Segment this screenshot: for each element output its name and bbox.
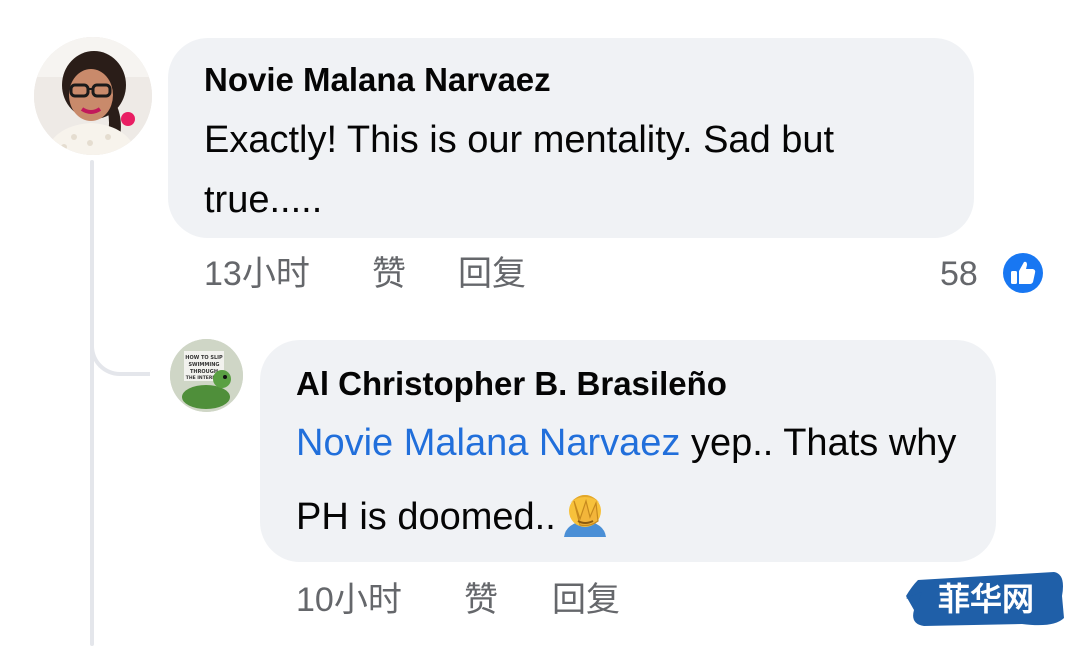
- comment-author-name[interactable]: Novie Malana Narvaez: [204, 60, 938, 100]
- comment-bubble: Novie Malana Narvaez Exactly! This is ou…: [168, 38, 974, 238]
- svg-text:SWIMMING: SWIMMING: [188, 362, 219, 368]
- svg-text:THROUGH: THROUGH: [190, 369, 218, 375]
- comment-timestamp[interactable]: 13小时: [204, 254, 310, 294]
- mention-link[interactable]: Novie Malana Narvaez: [296, 422, 680, 464]
- reply-button[interactable]: 回复: [458, 254, 526, 294]
- commenter-avatar[interactable]: [34, 37, 152, 155]
- face-palm-emoji-icon: [560, 491, 610, 537]
- watermark-logo: 菲华网: [904, 566, 1070, 632]
- reply-timestamp[interactable]: 10小时: [296, 580, 402, 620]
- comment-actions: 13小时 赞 回复: [204, 254, 604, 294]
- comment-text: Exactly! This is our mentality. Sad but …: [204, 119, 835, 221]
- reply-author-name[interactable]: Al Christopher B. Brasileño: [296, 364, 960, 404]
- reply-bubble: Al Christopher B. Brasileño Novie Malana…: [260, 340, 996, 562]
- thread-branch-line: [90, 300, 150, 376]
- reply-avatar[interactable]: HOW TO SLIP SWIMMING THROUGH THE INTERNE…: [170, 339, 243, 412]
- thread-line: [90, 160, 94, 646]
- svg-text:HOW TO SLIP: HOW TO SLIP: [185, 355, 223, 361]
- reply-reply-button[interactable]: 回复: [552, 580, 620, 620]
- reply-like-button[interactable]: 赞: [464, 580, 498, 620]
- watermark-text: 菲华网: [938, 580, 1034, 618]
- like-button[interactable]: 赞: [372, 254, 406, 294]
- reaction-count[interactable]: 58: [940, 254, 978, 294]
- reply-actions: 10小时 赞 回复: [296, 580, 696, 620]
- reply-text: Novie Malana Narvaez yep.. Thats why PH …: [296, 406, 960, 554]
- thumbs-up-icon[interactable]: [998, 248, 1048, 298]
